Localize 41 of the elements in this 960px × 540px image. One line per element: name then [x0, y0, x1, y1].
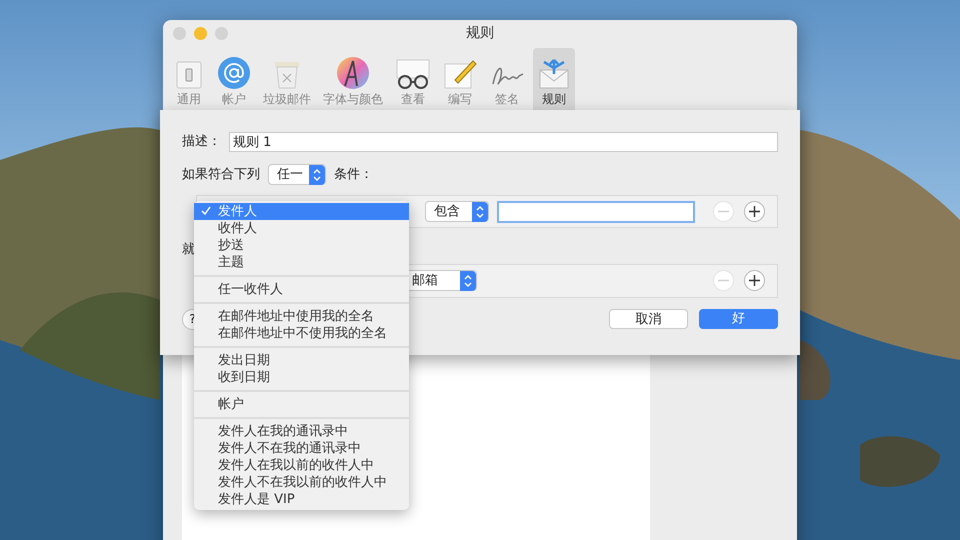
actions-label: 就 — [182, 241, 195, 259]
description-label: 描述： — [182, 133, 221, 152]
menu-item[interactable]: 发件人不在我以前的收件人中 — [194, 474, 409, 491]
menu-item[interactable]: 发出日期 — [194, 352, 409, 369]
menu-item[interactable]: 发件人在我的通讯录中 — [194, 423, 409, 440]
checkmark-icon — [201, 206, 211, 216]
ok-button[interactable]: 好 — [699, 309, 778, 329]
menu-item[interactable]: 收到日期 — [194, 369, 409, 386]
switch-icon — [174, 60, 204, 90]
menu-item[interactable]: 主题 — [194, 254, 409, 271]
plus-icon — [748, 205, 761, 218]
menu-item[interactable]: 发件人 — [194, 203, 409, 220]
description-field[interactable]: 规则 1 — [229, 132, 778, 152]
conditions-label: 条件： — [334, 166, 373, 184]
cancel-button[interactable]: 取消 — [609, 309, 688, 329]
window-title: 规则 — [466, 24, 494, 42]
menu-item[interactable]: 帐户 — [194, 396, 409, 413]
minimize-button[interactable] — [194, 26, 207, 40]
match-label: 如果符合下列 — [182, 166, 260, 184]
at-sign-icon — [217, 56, 251, 90]
zoom-button[interactable] — [215, 26, 228, 40]
glasses-icon — [395, 58, 431, 90]
menu-item[interactable]: 发件人在我以前的收件人中 — [194, 457, 409, 474]
add-button[interactable] — [744, 270, 765, 291]
condition-value-field[interactable] — [497, 200, 695, 222]
pencil-paper-icon — [443, 58, 477, 90]
close-button[interactable] — [173, 26, 186, 40]
plus-icon — [748, 274, 761, 287]
stepper-icon — [472, 202, 488, 222]
toolbar-tab[interactable]: 规则 — [533, 48, 575, 110]
operator-popup[interactable]: 包含 — [425, 201, 489, 222]
menu-item[interactable]: 发件人不在我的通讯录中 — [194, 440, 409, 457]
stepper-icon — [460, 270, 476, 290]
add-button[interactable] — [744, 201, 765, 222]
stepper-icon — [309, 164, 325, 184]
envelope-arrows-icon — [537, 56, 571, 90]
match-popup[interactable]: 任一 — [268, 164, 326, 185]
menu-item[interactable]: 抄送 — [194, 237, 409, 254]
color-wheel-icon — [336, 56, 370, 90]
menu-item[interactable]: 收件人 — [194, 220, 409, 237]
menu-item[interactable]: 发件人是 VIP — [194, 491, 409, 508]
